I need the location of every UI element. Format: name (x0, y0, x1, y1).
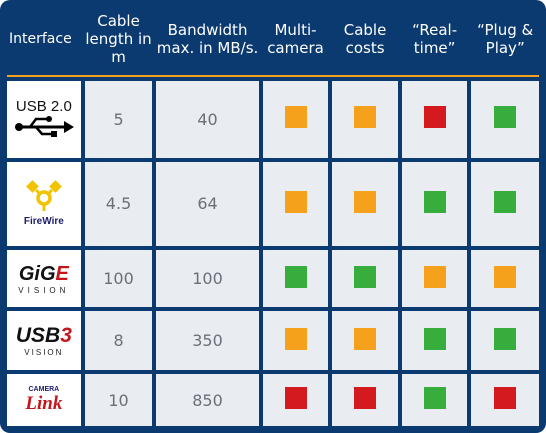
cable-costs-cell (332, 161, 398, 246)
header-bandwidth: Bandwidth max. in MB/s. (156, 7, 259, 71)
rating-square (284, 106, 307, 129)
usb3-vision-logo: USB3 (15, 324, 72, 348)
cable-length-cell: 4.5 (84, 161, 153, 246)
multi-camera-cell (262, 249, 329, 308)
header-interface: Interface (7, 7, 81, 71)
plug-play-cell (471, 161, 539, 246)
table-header: Interface Cable length in m Bandwidth ma… (7, 7, 539, 77)
multi-camera-cell (262, 81, 329, 158)
rating-square (284, 387, 307, 410)
cable-costs-cell (332, 81, 398, 158)
header-real-time: “Real-time” (401, 7, 468, 71)
usb-trident-icon (14, 115, 74, 137)
header-plug-play: “Plug & Play” (471, 7, 539, 71)
interface-comparison-table: Interface Cable length in m Bandwidth ma… (3, 3, 543, 430)
rating-square (423, 190, 446, 213)
interface-cell: FireWire (7, 161, 81, 246)
firewire-icon (25, 180, 62, 212)
cable-costs-cell (332, 311, 398, 371)
interface-cell: USB3 VISION (7, 311, 81, 371)
rating-square (494, 106, 517, 129)
orange-separator-line (7, 75, 539, 77)
camera-link-logo: Link (25, 392, 63, 414)
rating-square (354, 265, 377, 288)
real-time-cell (401, 81, 468, 158)
bandwidth-cell: 40 (156, 81, 259, 158)
gige-vision-logo: GiGE (18, 262, 69, 285)
plug-play-cell (471, 311, 539, 371)
cable-length-cell: 8 (84, 311, 153, 371)
header-multi-camera: Multi-camera (262, 7, 329, 71)
header-separator (7, 75, 539, 77)
real-time-cell (401, 311, 468, 371)
rating-square (494, 327, 517, 350)
rating-square (494, 190, 517, 213)
table-row: USB 2.0 5 40 (7, 81, 539, 158)
firewire-label: FireWire (23, 216, 64, 228)
rating-square (494, 265, 517, 288)
cable-length-cell: 10 (84, 374, 153, 426)
table-row: GiGE VISION 100 100 (7, 249, 539, 308)
bandwidth-cell: 850 (156, 374, 259, 426)
plug-play-cell (471, 249, 539, 308)
camera-link-top-label: CAMERA (28, 385, 60, 393)
cable-length-cell: 100 (84, 249, 153, 308)
cable-length-cell: 5 (84, 81, 153, 158)
cable-costs-cell (332, 249, 398, 308)
rating-square (284, 265, 307, 288)
header-cable-length: Cable length in m (84, 7, 153, 71)
multi-camera-cell (262, 374, 329, 426)
interface-cell: GiGE VISION (7, 249, 81, 308)
rating-square (354, 190, 377, 213)
rating-square (354, 106, 377, 129)
gige-vision-sublabel: VISION (18, 285, 70, 295)
header-cable-costs: Cable costs (332, 7, 398, 71)
rating-square (423, 106, 446, 129)
table-row: FireWire 4.5 64 (7, 161, 539, 246)
usb2-label: USB 2.0 (15, 97, 72, 115)
rating-square (494, 387, 517, 410)
real-time-cell (401, 374, 468, 426)
multi-camera-cell (262, 311, 329, 371)
multi-camera-cell (262, 161, 329, 246)
real-time-cell (401, 161, 468, 246)
plug-play-cell (471, 374, 539, 426)
interface-cell: CAMERA Link (7, 374, 81, 426)
usb3-vision-sublabel: VISION (24, 348, 64, 358)
table-row: CAMERA Link 10 850 (7, 374, 539, 426)
plug-play-cell (471, 81, 539, 158)
rating-square (354, 387, 377, 410)
bandwidth-cell: 350 (156, 311, 259, 371)
rating-square (423, 265, 446, 288)
real-time-cell (401, 249, 468, 308)
table-row: USB3 VISION 8 350 (7, 311, 539, 371)
rating-square (284, 327, 307, 350)
bandwidth-cell: 100 (156, 249, 259, 308)
rating-square (423, 327, 446, 350)
rating-square (354, 327, 377, 350)
rating-square (423, 387, 446, 410)
interface-cell: USB 2.0 (7, 81, 81, 158)
bandwidth-cell: 64 (156, 161, 259, 246)
cable-costs-cell (332, 374, 398, 426)
comparison-table-frame: Interface Cable length in m Bandwidth ma… (0, 0, 546, 433)
rating-square (284, 190, 307, 213)
